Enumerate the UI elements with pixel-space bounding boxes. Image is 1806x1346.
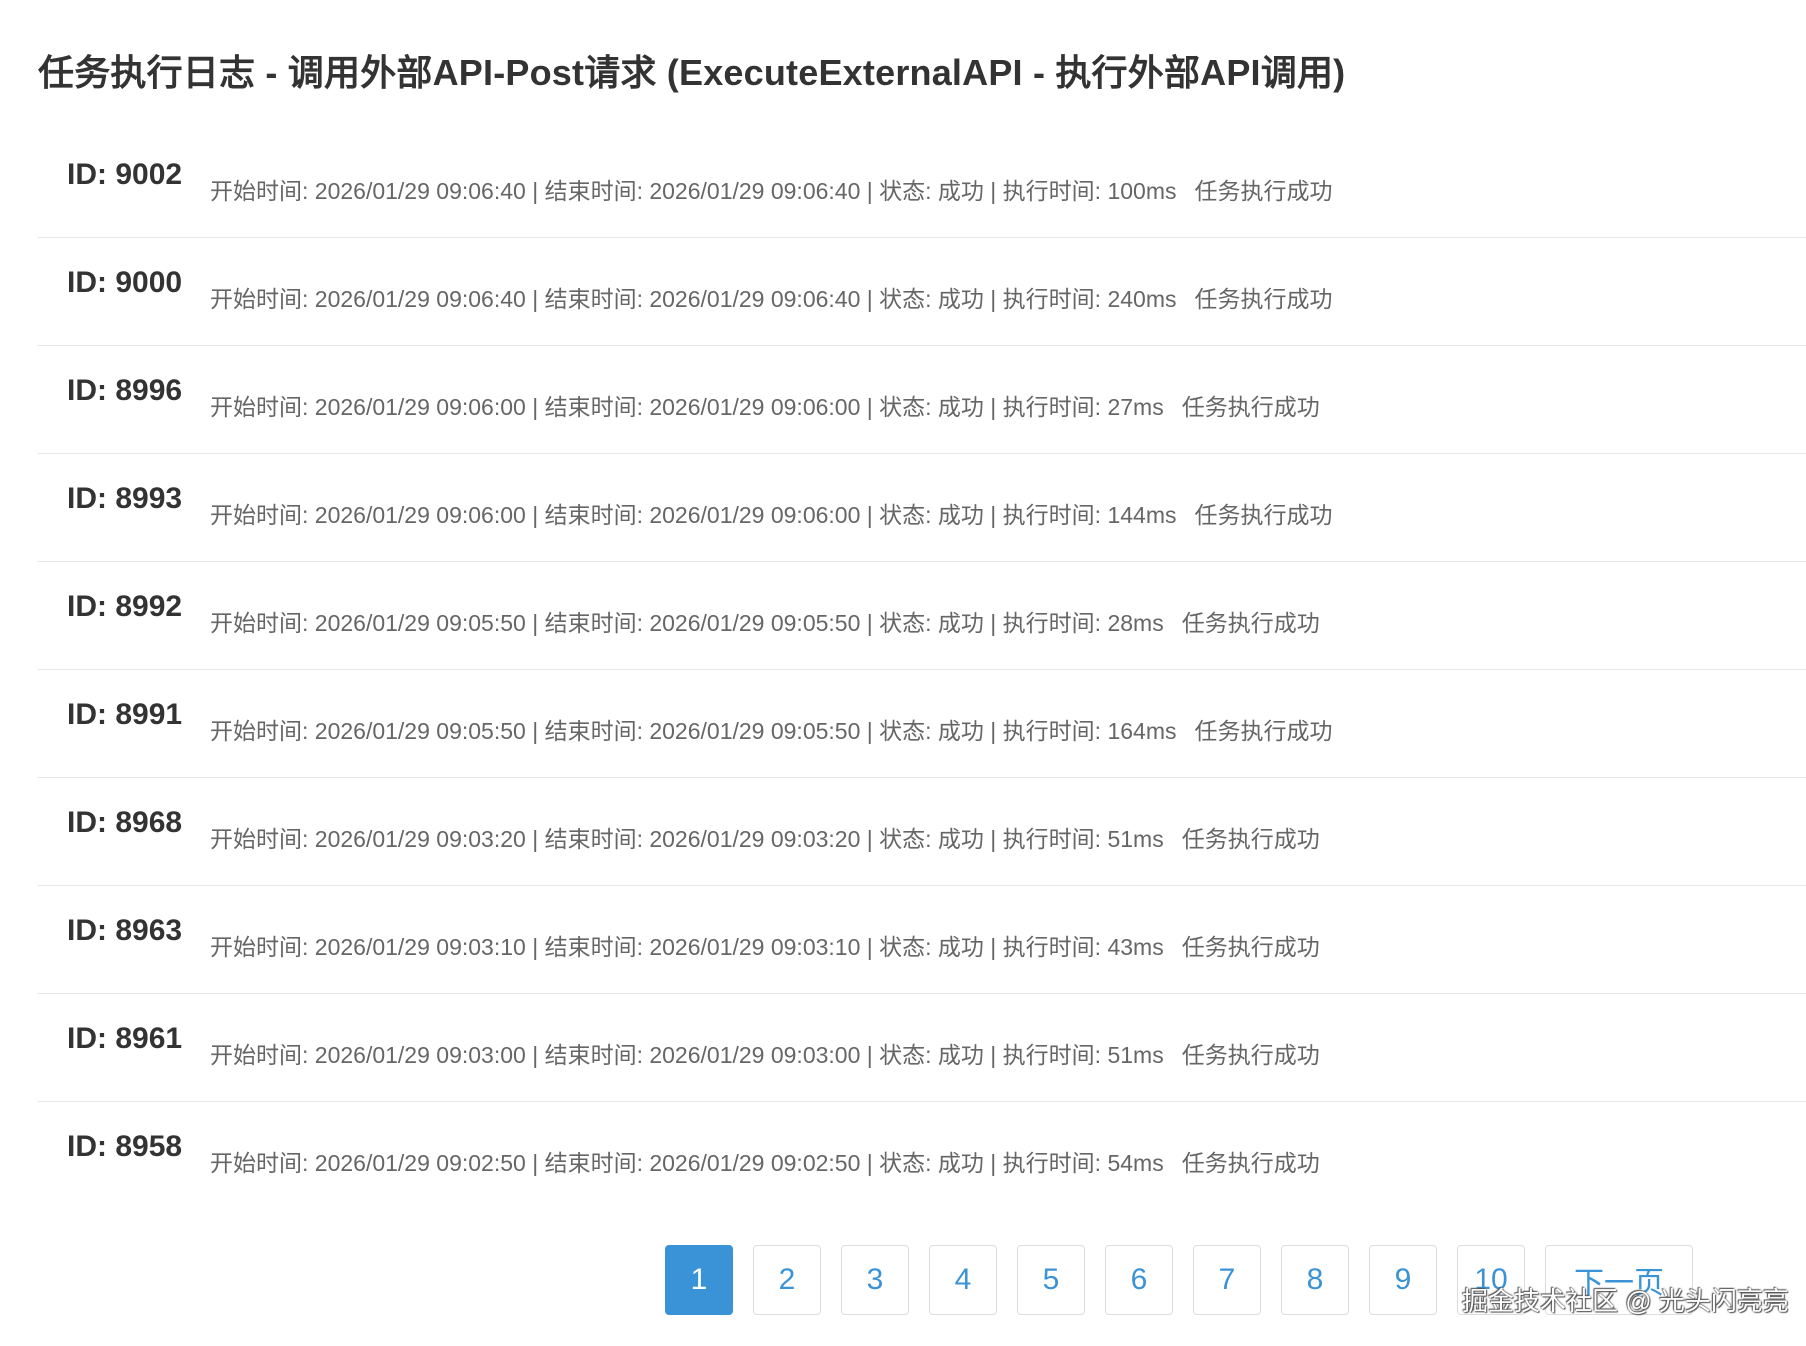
log-id: ID: 8958 (67, 1130, 183, 1163)
watermark: 掘金技术社区 @ 光头闪亮亮 (1462, 1286, 1789, 1316)
log-message: 任务执行成功 (1181, 610, 1320, 636)
log-message: 任务执行成功 (1194, 502, 1333, 528)
log-meta: 开始时间: 2026/01/29 09:06:40 | 结束时间: 2026/0… (210, 280, 1332, 314)
page-button[interactable]: 8 (1281, 1245, 1349, 1315)
log-times: 开始时间: 2026/01/29 09:02:50 | 结束时间: 2026/0… (210, 1150, 1164, 1176)
log-meta: 开始时间: 2026/01/29 09:06:00 | 结束时间: 2026/0… (210, 388, 1320, 422)
page-button[interactable]: 6 (1105, 1245, 1173, 1315)
list-item: ID: 8968 开始时间: 2026/01/29 09:03:20 | 结束时… (38, 778, 1806, 886)
log-message: 任务执行成功 (1194, 286, 1333, 312)
log-message: 任务执行成功 (1181, 1042, 1320, 1068)
list-item: ID: 8958 开始时间: 2026/01/29 09:02:50 | 结束时… (38, 1102, 1806, 1210)
list-item: ID: 9000 开始时间: 2026/01/29 09:06:40 | 结束时… (38, 238, 1806, 346)
log-message: 任务执行成功 (1181, 1150, 1320, 1176)
log-times: 开始时间: 2026/01/29 09:03:20 | 结束时间: 2026/0… (210, 826, 1164, 852)
log-message: 任务执行成功 (1181, 826, 1320, 852)
log-list: ID: 9002 开始时间: 2026/01/29 09:06:40 | 结束时… (38, 130, 1806, 1210)
log-meta: 开始时间: 2026/01/29 09:06:00 | 结束时间: 2026/0… (210, 496, 1332, 530)
list-item: ID: 9002 开始时间: 2026/01/29 09:06:40 | 结束时… (38, 130, 1806, 238)
log-meta: 开始时间: 2026/01/29 09:03:20 | 结束时间: 2026/0… (210, 820, 1320, 854)
log-times: 开始时间: 2026/01/29 09:03:00 | 结束时间: 2026/0… (210, 1042, 1164, 1068)
page-button[interactable]: 7 (1193, 1245, 1261, 1315)
page-button[interactable]: 3 (841, 1245, 909, 1315)
page-button[interactable]: 4 (929, 1245, 997, 1315)
list-item: ID: 8993 开始时间: 2026/01/29 09:06:00 | 结束时… (38, 454, 1806, 562)
log-id: ID: 9000 (67, 266, 183, 299)
log-meta: 开始时间: 2026/01/29 09:05:50 | 结束时间: 2026/0… (210, 604, 1320, 638)
log-meta: 开始时间: 2026/01/29 09:06:40 | 结束时间: 2026/0… (210, 172, 1332, 206)
log-meta: 开始时间: 2026/01/29 09:03:00 | 结束时间: 2026/0… (210, 1036, 1320, 1070)
list-item: ID: 8991 开始时间: 2026/01/29 09:05:50 | 结束时… (38, 670, 1806, 778)
log-id: ID: 8991 (67, 698, 183, 731)
log-id: ID: 8992 (67, 590, 183, 623)
page-button-current[interactable]: 1 (665, 1245, 733, 1315)
log-id: ID: 8961 (67, 1022, 183, 1055)
log-id: ID: 8993 (67, 482, 183, 515)
list-item: ID: 8992 开始时间: 2026/01/29 09:05:50 | 结束时… (38, 562, 1806, 670)
log-message: 任务执行成功 (1194, 718, 1333, 744)
log-times: 开始时间: 2026/01/29 09:03:10 | 结束时间: 2026/0… (210, 934, 1164, 960)
page-button[interactable]: 9 (1369, 1245, 1437, 1315)
log-id: ID: 8968 (67, 806, 183, 839)
page-button[interactable]: 5 (1017, 1245, 1085, 1315)
log-meta: 开始时间: 2026/01/29 09:05:50 | 结束时间: 2026/0… (210, 712, 1332, 746)
log-times: 开始时间: 2026/01/29 09:06:00 | 结束时间: 2026/0… (210, 502, 1177, 528)
log-message: 任务执行成功 (1194, 178, 1333, 204)
log-meta: 开始时间: 2026/01/29 09:02:50 | 结束时间: 2026/0… (210, 1144, 1320, 1178)
log-times: 开始时间: 2026/01/29 09:05:50 | 结束时间: 2026/0… (210, 610, 1164, 636)
page-title: 任务执行日志 - 调用外部API-Post请求 (ExecuteExternal… (38, 52, 1346, 93)
log-meta: 开始时间: 2026/01/29 09:03:10 | 结束时间: 2026/0… (210, 928, 1320, 962)
page-button[interactable]: 2 (753, 1245, 821, 1315)
log-id: ID: 8996 (67, 374, 183, 407)
log-times: 开始时间: 2026/01/29 09:06:40 | 结束时间: 2026/0… (210, 286, 1177, 312)
log-message: 任务执行成功 (1181, 394, 1320, 420)
list-item: ID: 8961 开始时间: 2026/01/29 09:03:00 | 结束时… (38, 994, 1806, 1102)
log-times: 开始时间: 2026/01/29 09:05:50 | 结束时间: 2026/0… (210, 718, 1177, 744)
log-id: ID: 8963 (67, 914, 183, 947)
log-times: 开始时间: 2026/01/29 09:06:00 | 结束时间: 2026/0… (210, 394, 1164, 420)
log-message: 任务执行成功 (1181, 934, 1320, 960)
list-item: ID: 8963 开始时间: 2026/01/29 09:03:10 | 结束时… (38, 886, 1806, 994)
log-id: ID: 9002 (67, 158, 183, 191)
log-times: 开始时间: 2026/01/29 09:06:40 | 结束时间: 2026/0… (210, 178, 1177, 204)
list-item: ID: 8996 开始时间: 2026/01/29 09:06:00 | 结束时… (38, 346, 1806, 454)
